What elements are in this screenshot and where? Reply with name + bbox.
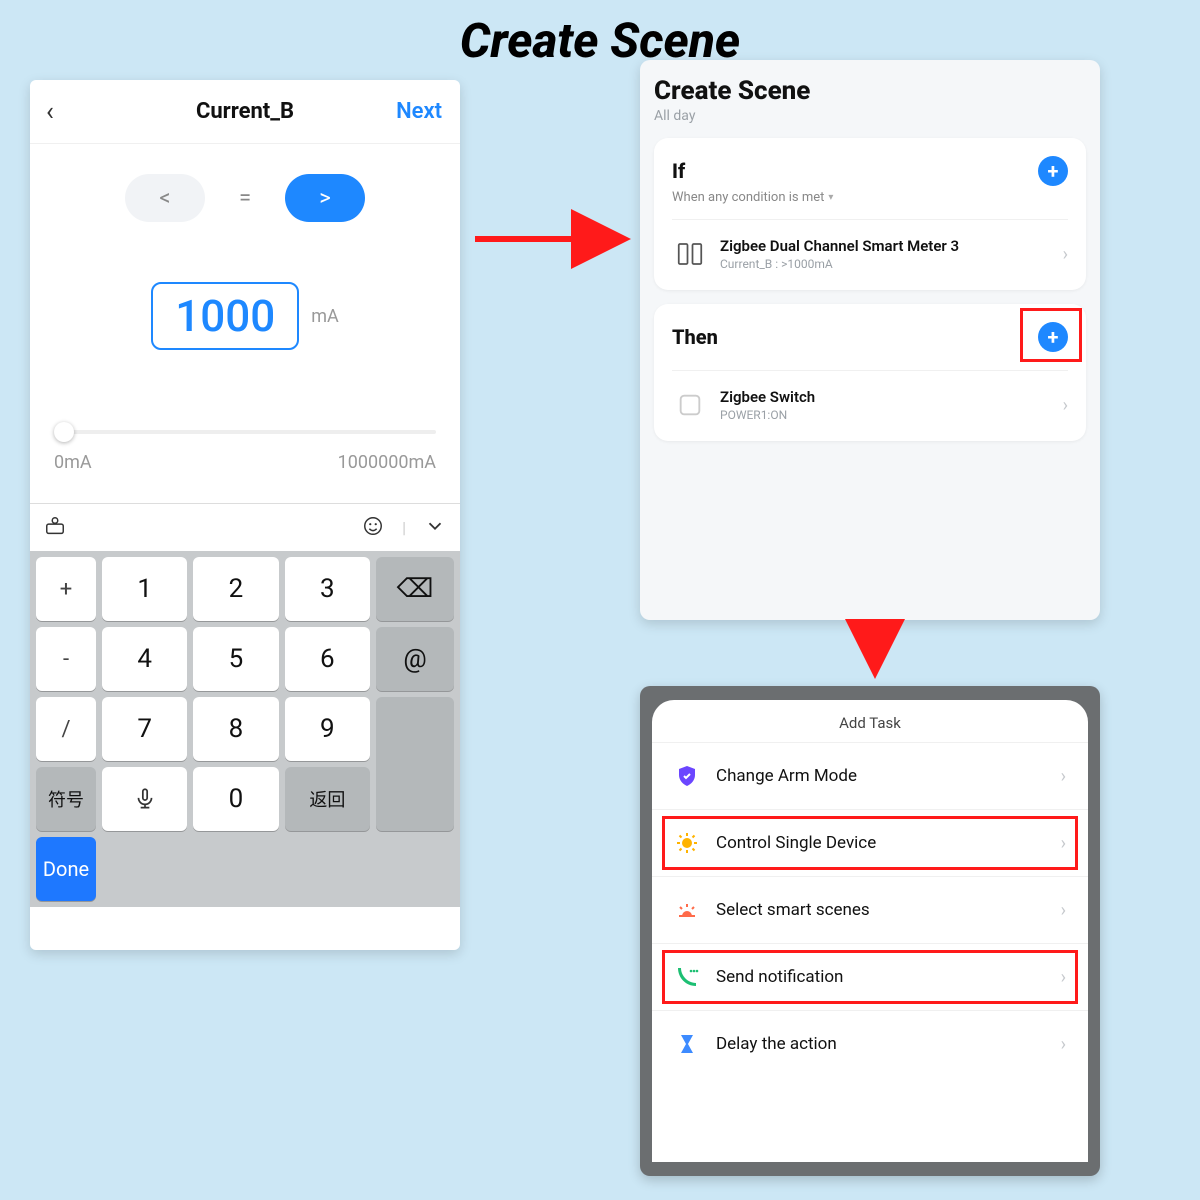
key-minus[interactable]: - (36, 627, 96, 691)
if-device-desc: Current_B : >1000mA (720, 257, 959, 271)
key-5[interactable]: 5 (193, 627, 278, 691)
task-send-notification[interactable]: Send notification › (652, 943, 1088, 1010)
switch-icon (672, 387, 708, 423)
op-equal[interactable]: = (205, 174, 285, 222)
add-task-title: Add Task (652, 714, 1088, 742)
task-change-arm-mode[interactable]: Change Arm Mode › (652, 742, 1088, 809)
comparison-tabs: < = > (30, 174, 460, 222)
then-label: Then (672, 325, 718, 349)
key-backspace[interactable]: ⌫ (376, 557, 454, 621)
task-select-smart-scenes[interactable]: Select smart scenes › (652, 876, 1088, 943)
chevron-right-icon: › (1061, 967, 1066, 988)
key-symbols[interactable]: 符号 (36, 767, 96, 831)
lightbulb-icon (674, 830, 700, 856)
slider-min: 0mA (54, 452, 92, 473)
chevron-right-icon: › (1063, 244, 1068, 265)
phone-notification-icon (674, 964, 700, 990)
then-device-name: Zigbee Switch (720, 388, 815, 407)
cs-subtitle: All day (654, 108, 1086, 124)
key-7[interactable]: 7 (102, 697, 187, 761)
key-done[interactable]: Done (36, 837, 96, 901)
op-greater-than[interactable]: > (285, 174, 365, 222)
value-unit: mA (311, 306, 339, 327)
key-2[interactable]: 2 (193, 557, 278, 621)
task-delay-action[interactable]: Delay the action › (652, 1010, 1088, 1077)
if-device-name: Zigbee Dual Channel Smart Meter 3 (720, 237, 959, 256)
task-label: Send notification (716, 967, 843, 987)
add-condition-button[interactable]: + (1038, 156, 1068, 186)
next-button[interactable]: Next (396, 99, 442, 124)
keyboard-toolbar: | (30, 503, 460, 551)
chevron-right-icon: › (1061, 1034, 1066, 1055)
cs-title: Create Scene (654, 76, 1086, 106)
key-return[interactable]: 返回 (285, 767, 370, 831)
key-9[interactable]: 9 (285, 697, 370, 761)
then-device-desc: POWER1:ON (720, 408, 815, 422)
if-subtitle[interactable]: When any condition is met (672, 190, 1068, 205)
key-1[interactable]: 1 (102, 557, 187, 621)
add-task-screen: Add Task Change Arm Mode › Control Singl… (640, 686, 1100, 1176)
then-card: Then + Zigbee Switch POWER1:ON › (654, 304, 1086, 441)
if-card: If + When any condition is met Zigbee Du… (654, 138, 1086, 290)
slider-max: 1000000mA (338, 452, 436, 473)
shield-icon (674, 763, 700, 789)
key-3[interactable]: 3 (285, 557, 370, 621)
hourglass-icon (674, 1031, 700, 1057)
key-8[interactable]: 8 (193, 697, 278, 761)
key-4[interactable]: 4 (102, 627, 187, 691)
key-6[interactable]: 6 (285, 627, 370, 691)
chevron-right-icon: › (1061, 900, 1066, 921)
key-mic[interactable] (102, 767, 187, 831)
key-plus[interactable]: + (36, 557, 96, 621)
key-slash[interactable]: / (36, 697, 96, 761)
keyboard-mode-icon[interactable] (44, 515, 66, 541)
collapse-keyboard-icon[interactable] (424, 515, 446, 541)
threshold-screen: ‹ Current_B Next < = > 1000 mA 0mA 10000… (30, 80, 460, 950)
screen-title: Current_B (196, 99, 294, 124)
arrow-down-icon (850, 618, 900, 692)
value-input[interactable]: 1000 (151, 282, 299, 350)
op-less-than[interactable]: < (125, 174, 205, 222)
key-0[interactable]: 0 (193, 767, 278, 831)
sunrise-icon (674, 897, 700, 923)
task-label: Control Single Device (716, 833, 876, 853)
then-device-row[interactable]: Zigbee Switch POWER1:ON › (672, 370, 1068, 427)
task-label: Change Arm Mode (716, 766, 857, 786)
task-control-single-device[interactable]: Control Single Device › (652, 809, 1088, 876)
chevron-right-icon: › (1061, 766, 1066, 787)
chevron-right-icon: › (1061, 833, 1066, 854)
task-label: Select smart scenes (716, 900, 870, 920)
create-scene-screen: Create Scene All day If + When any condi… (640, 60, 1100, 620)
arrow-right-icon (470, 214, 640, 268)
value-slider[interactable]: 0mA 1000000mA (30, 430, 460, 473)
key-blank (376, 697, 454, 831)
back-icon[interactable]: ‹ (46, 97, 54, 127)
add-action-button[interactable]: + (1038, 322, 1068, 352)
numeric-keyboard: + 1 2 3 ⌫ - 4 5 6 @ / 7 8 9 符号 0 返回 Done (30, 551, 460, 907)
meter-icon (672, 236, 708, 272)
key-at[interactable]: @ (376, 627, 454, 691)
emoji-icon[interactable] (362, 515, 384, 541)
if-label: If (672, 159, 685, 183)
chevron-right-icon: › (1063, 395, 1068, 416)
task-label: Delay the action (716, 1034, 837, 1054)
slider-thumb[interactable] (54, 422, 74, 442)
if-device-row[interactable]: Zigbee Dual Channel Smart Meter 3 Curren… (672, 219, 1068, 276)
